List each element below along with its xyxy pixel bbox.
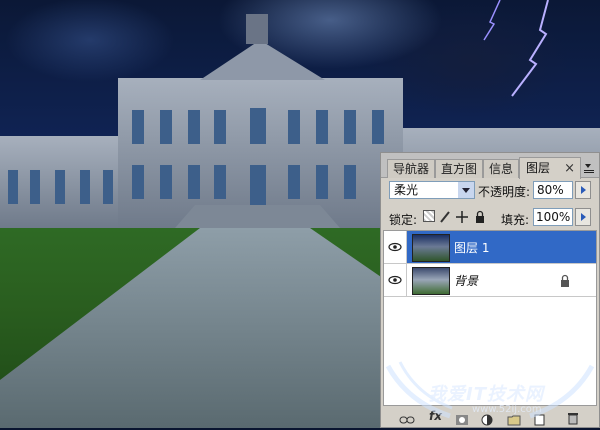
chevron-down-icon[interactable] bbox=[458, 182, 474, 198]
layers-panel: 导航器 直方图 信息 图层 × 柔光 不透明度: 80% 锁定: 填充: 100… bbox=[380, 152, 600, 428]
layer-row[interactable]: 图层 1 bbox=[384, 231, 596, 264]
layer-thumbnail bbox=[412, 267, 450, 295]
blend-mode-value: 柔光 bbox=[394, 183, 419, 197]
layers-list: 图层 1 背景 bbox=[383, 230, 597, 406]
layer-row[interactable]: 背景 bbox=[384, 264, 596, 297]
new-layer-icon[interactable] bbox=[533, 411, 545, 426]
folder-icon[interactable] bbox=[507, 411, 521, 426]
trash-icon[interactable] bbox=[567, 410, 579, 425]
opacity-value: 80% bbox=[537, 183, 564, 197]
fill-slider-toggle[interactable] bbox=[575, 208, 591, 226]
fill-label: 填充: bbox=[501, 213, 530, 227]
layer-name: 图层 1 bbox=[454, 241, 490, 255]
panel-bottom-toolbar: fx bbox=[381, 407, 599, 427]
adjustment-layer-icon[interactable] bbox=[481, 411, 493, 426]
eye-icon[interactable] bbox=[384, 231, 407, 263]
brush-icon[interactable] bbox=[439, 209, 451, 223]
lock-label: 锁定: bbox=[389, 213, 418, 227]
opacity-label: 不透明度: bbox=[478, 185, 531, 199]
lock-icon[interactable] bbox=[474, 209, 486, 223]
panel-menu-icon[interactable] bbox=[583, 160, 595, 173]
panel-tab-strip: 导航器 直方图 信息 图层 × bbox=[381, 153, 599, 179]
move-icon[interactable] bbox=[455, 209, 469, 223]
fx-icon[interactable]: fx bbox=[429, 409, 442, 423]
tab-histogram[interactable]: 直方图 bbox=[435, 159, 483, 178]
eye-icon[interactable] bbox=[384, 264, 407, 296]
opacity-input[interactable]: 80% bbox=[533, 181, 573, 199]
tab-label: 直方图 bbox=[440, 162, 477, 176]
lock-transparent-pixels-icon[interactable] bbox=[423, 210, 435, 222]
tab-label: 信息 bbox=[488, 162, 513, 176]
tab-label: 导航器 bbox=[392, 162, 429, 176]
lock-icon bbox=[559, 273, 571, 287]
tab-layers[interactable]: 图层 × bbox=[519, 157, 581, 179]
fill-value: 100% bbox=[536, 210, 571, 224]
layer-thumbnail bbox=[412, 234, 450, 262]
blend-mode-select[interactable]: 柔光 bbox=[389, 181, 475, 199]
tab-info[interactable]: 信息 bbox=[483, 159, 519, 178]
tab-navigator[interactable]: 导航器 bbox=[387, 159, 435, 178]
tab-label: 图层 bbox=[526, 161, 551, 175]
fill-input[interactable]: 100% bbox=[533, 208, 573, 226]
opacity-slider-toggle[interactable] bbox=[575, 181, 591, 199]
mask-icon[interactable] bbox=[455, 411, 469, 425]
link-icon[interactable] bbox=[399, 411, 415, 424]
layer-name: 背景 bbox=[454, 274, 479, 288]
close-icon[interactable]: × bbox=[564, 158, 575, 179]
